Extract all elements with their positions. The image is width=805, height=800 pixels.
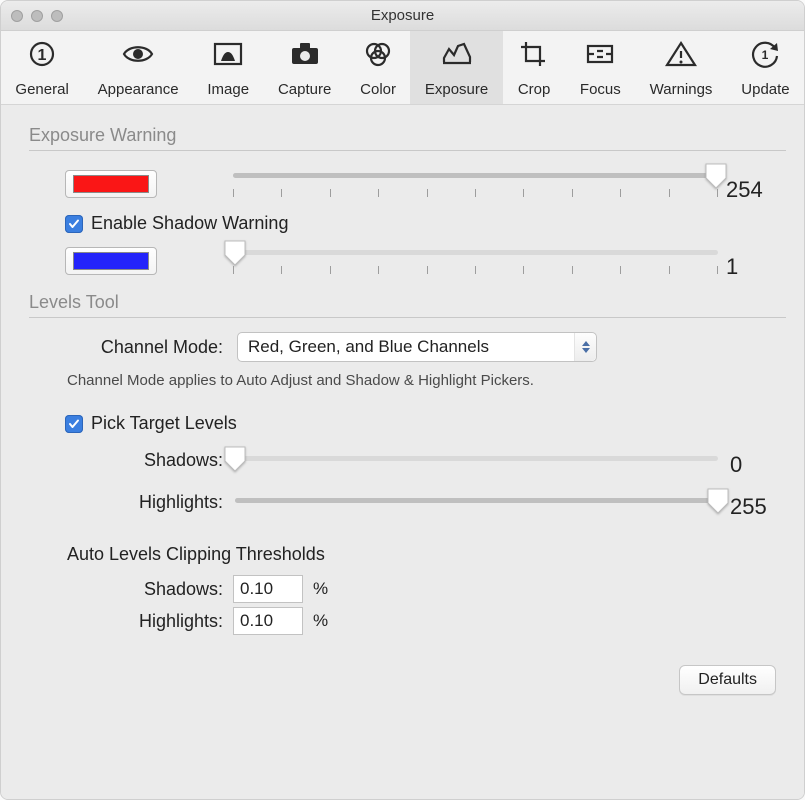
clip-shadows-row: Shadows: 0.10 %	[53, 575, 786, 603]
clip-shadows-label: Shadows:	[53, 579, 223, 600]
channel-mode-label: Channel Mode:	[53, 337, 223, 358]
target-highlights-slider[interactable]	[235, 490, 718, 514]
target-highlights-row: Highlights: 255	[53, 484, 786, 520]
tab-label: Exposure	[425, 81, 488, 98]
channel-mode-hint: Channel Mode applies to Auto Adjust and …	[67, 372, 786, 389]
enable-shadow-warning-checkbox[interactable]	[65, 215, 83, 233]
target-shadows-value: 0	[730, 442, 786, 478]
section-exposure-warning-title: Exposure Warning	[29, 125, 786, 146]
tab-update[interactable]: 1 Update	[727, 31, 804, 104]
focus-icon	[583, 39, 617, 74]
tab-label: Update	[741, 81, 789, 98]
tab-exposure[interactable]: Exposure	[410, 31, 502, 104]
select-caret-icon	[574, 333, 596, 361]
highlight-warning-value: 254	[726, 165, 786, 203]
highlight-color	[73, 175, 149, 193]
window-title: Exposure	[1, 7, 804, 24]
update-icon: 1	[748, 39, 782, 74]
highlight-warning-row: 254	[29, 165, 786, 203]
general-icon: 1	[25, 39, 59, 74]
image-icon	[211, 39, 245, 74]
shadow-color	[73, 252, 149, 270]
channel-mode-select[interactable]: Red, Green, and Blue Channels	[237, 332, 597, 362]
shadow-color-swatch[interactable]	[65, 247, 157, 275]
defaults-button[interactable]: Defaults	[679, 665, 776, 695]
histogram-icon	[440, 39, 474, 74]
tab-appearance[interactable]: Appearance	[83, 31, 193, 104]
tab-color[interactable]: Color	[346, 31, 411, 104]
tab-label: Capture	[278, 81, 331, 98]
highlight-color-swatch[interactable]	[65, 170, 157, 198]
defaults-button-label: Defaults	[698, 671, 757, 688]
tab-label: Warnings	[650, 81, 713, 98]
target-shadows-slider[interactable]	[235, 448, 718, 472]
tab-label: Color	[360, 81, 396, 98]
shadow-warning-value: 1	[726, 242, 786, 280]
clip-highlights-field[interactable]: 0.10	[233, 607, 303, 635]
footer: Defaults	[29, 639, 786, 695]
shadow-warning-slider[interactable]	[233, 244, 718, 278]
tab-focus[interactable]: Focus	[566, 31, 636, 104]
toolbar: 1 General Appearance Image Capture	[1, 31, 804, 105]
tab-label: Crop	[518, 81, 551, 98]
pick-target-levels-row: Pick Target Levels	[65, 413, 786, 434]
pick-target-levels-checkbox[interactable]	[65, 415, 83, 433]
camera-icon	[288, 39, 322, 74]
target-highlights-value: 255	[730, 484, 786, 520]
target-shadows-row: Shadows: 0	[53, 442, 786, 478]
tab-crop[interactable]: Crop	[503, 31, 566, 104]
crop-icon	[517, 39, 551, 74]
warning-icon	[664, 39, 698, 74]
titlebar: Exposure	[1, 1, 804, 31]
percent-label: %	[313, 579, 343, 599]
target-highlights-label: Highlights:	[53, 492, 223, 513]
tab-capture[interactable]: Capture	[264, 31, 346, 104]
exposure-pane: Exposure Warning 254 Enable Shadow Warni…	[1, 105, 804, 799]
svg-text:1: 1	[38, 47, 47, 64]
tab-label: General	[15, 81, 68, 98]
clip-highlights-row: Highlights: 0.10 %	[53, 607, 786, 635]
target-shadows-label: Shadows:	[53, 450, 223, 471]
svg-text:1: 1	[762, 48, 769, 62]
pick-target-levels-label: Pick Target Levels	[91, 413, 237, 434]
divider	[29, 150, 786, 151]
color-icon	[361, 39, 395, 74]
section-levels-tool-title: Levels Tool	[29, 292, 786, 313]
clip-shadows-value: 0.10	[240, 579, 273, 599]
enable-shadow-warning-label: Enable Shadow Warning	[91, 213, 288, 234]
clip-thresholds-heading: Auto Levels Clipping Thresholds	[67, 544, 786, 565]
clip-highlights-label: Highlights:	[53, 611, 223, 632]
percent-label: %	[313, 611, 343, 631]
tab-image[interactable]: Image	[193, 31, 264, 104]
highlight-warning-slider[interactable]	[233, 167, 718, 201]
channel-mode-row: Channel Mode: Red, Green, and Blue Chann…	[53, 332, 786, 362]
tab-label: Image	[207, 81, 249, 98]
tab-label: Focus	[580, 81, 621, 98]
divider	[29, 317, 786, 318]
eye-icon	[121, 39, 155, 74]
tab-warnings[interactable]: Warnings	[635, 31, 727, 104]
clip-highlights-value: 0.10	[240, 611, 273, 631]
channel-mode-value: Red, Green, and Blue Channels	[248, 337, 489, 357]
tab-label: Appearance	[98, 81, 179, 98]
preferences-window: Exposure 1 General Appearance Image	[0, 0, 805, 800]
shadow-warning-row: 1	[29, 242, 786, 280]
clip-shadows-field[interactable]: 0.10	[233, 575, 303, 603]
tab-general[interactable]: 1 General	[1, 31, 83, 104]
enable-shadow-warning-row: Enable Shadow Warning	[65, 213, 786, 234]
